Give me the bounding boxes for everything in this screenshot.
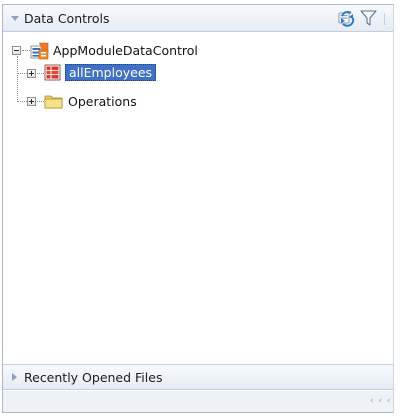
tree-row-root[interactable]: AppModuleDataControl (3, 41, 393, 61)
tree-label-allemployees[interactable]: allEmployees (65, 64, 157, 81)
data-control-icon (30, 42, 49, 60)
refresh-icon[interactable] (337, 10, 355, 28)
expand-toggle-icon[interactable] (27, 69, 36, 78)
filter-icon[interactable] (359, 9, 378, 28)
window-edge (398, 0, 407, 417)
recent-files-title: Recently Opened Files (24, 370, 163, 385)
expand-toggle-icon[interactable] (27, 97, 36, 106)
recently-opened-files-header[interactable]: Recently Opened Files (3, 364, 393, 390)
resize-grip-icon[interactable]: ‹ ‹ ‹ (370, 396, 392, 406)
tree-row-operations[interactable]: Operations (3, 92, 393, 112)
tree-label-operations: Operations (68, 94, 137, 109)
tree-label-root: AppModuleDataControl (53, 43, 198, 58)
collapse-triangle-icon[interactable] (11, 16, 19, 21)
panel-statusbar: ‹ ‹ ‹ (3, 391, 393, 412)
panel-title: Data Controls (24, 11, 110, 26)
data-controls-header[interactable]: Data Controls (3, 5, 393, 32)
data-controls-tree: AppModuleDataControl allEmployees Operat… (3, 33, 393, 363)
folder-icon (44, 95, 63, 109)
collection-icon (44, 64, 61, 81)
collapse-toggle-icon[interactable] (12, 46, 21, 55)
toolbar-separator (384, 13, 385, 25)
data-controls-panel: Data Controls AppModuleDataControl allEm… (0, 0, 398, 417)
tree-row-allemployees[interactable]: allEmployees (3, 63, 393, 83)
expand-triangle-icon[interactable] (12, 373, 17, 381)
